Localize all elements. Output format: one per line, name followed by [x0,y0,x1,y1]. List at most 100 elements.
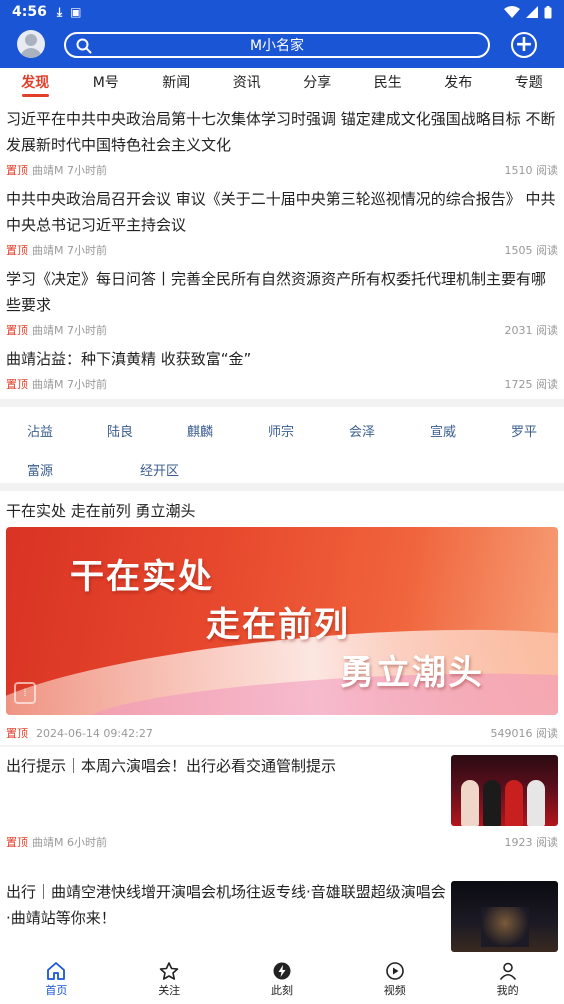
tab-m-account[interactable]: M号 [71,68,142,104]
banner-line: 勇立潮头 [340,653,484,693]
read-count: 1923 阅读 [504,836,559,849]
star-icon [159,962,179,980]
news-meta: 置顶 曲靖M 7小时前 1505 阅读 [6,241,558,259]
news-time: 7小时前 [67,324,107,337]
news-meta: 置顶 曲靖M 7小时前 1725 阅读 [6,375,558,393]
read-count: 549016 阅读 [490,727,559,740]
home-icon [47,962,66,980]
pinned-badge: 置顶 [6,164,28,177]
news-item[interactable]: 习近平在中共中央政治局第十七次集体学习时强调 锚定建成文化强国战略目标 不断发展… [0,104,564,179]
banner-line: 走在前列 [206,605,350,645]
news-title: 中共中央政治局召开会议 审议《关于二十届中央第三轮巡视情况的综合报告》 中共中央… [6,190,556,234]
play-icon [385,962,404,980]
thumbnail-graphic [481,907,529,947]
section-divider [0,399,564,407]
search-text: M小名家 [249,38,305,54]
tab-discover[interactable]: 发现 [0,68,71,104]
search-bar[interactable]: M小名家 [64,32,490,58]
region-huize[interactable]: 会泽 [349,421,375,440]
news-source: 曲靖M [32,836,64,849]
news-item[interactable]: 中共中央政治局召开会议 审议《关于二十届中央第三轮巡视情况的综合报告》 中共中央… [0,179,564,259]
region-luliang[interactable]: 陆良 [107,421,133,440]
status-right [504,5,552,19]
nav-video[interactable]: 视频 [338,956,451,1004]
nav-home[interactable]: 首页 [0,956,113,1004]
avatar-head [25,34,37,46]
plus-icon: + [514,32,534,57]
news-time: 7小时前 [67,378,107,391]
nav-me[interactable]: 我的 [451,956,564,1004]
news-time: 7小时前 [67,244,107,257]
nav-label: 我的 [496,984,519,997]
bottom-nav: 首页 关注 此刻 视频 我的 [0,956,564,1004]
news-title: 出行｜曲靖空港快线增开演唱会机场往返专线·音雄联盟超级演唱会·曲靖站等你来！ [6,883,446,927]
avatar[interactable] [17,30,45,58]
news-title: 学习《决定》每日问答丨完善全民所有自然资源资产所有权委托代理机制主要有哪些要求 [6,270,547,314]
tab-news[interactable]: 新闻 [141,68,212,104]
feature-banner[interactable]: 干在实处 走在前列 勇立潮头 ⁞ [6,527,558,715]
region-fuyuan[interactable]: 富源 [27,460,53,479]
news-feed: 习近平在中共中央政治局第十七次集体学习时强调 锚定建成文化强国战略目标 不断发展… [0,104,564,993]
pinned-badge: 置顶 [6,836,28,849]
avatar-body [20,48,42,58]
pinned-badge: 置顶 [6,727,28,740]
download-icon: ⤓ [56,4,63,19]
section-divider [0,483,564,491]
status-time: 4:56 [12,4,47,20]
news-title: 出行提示｜本周六演唱会！出行必看交通管制提示 [6,757,337,775]
region-zhanyi[interactable]: 沾益 [27,421,53,440]
nav-follow[interactable]: 关注 [113,956,226,1004]
news-source: 曲靖M [32,244,64,257]
pinned-badge: 置顶 [6,378,28,391]
read-count: 1505 阅读 [504,244,559,257]
news-time: 6小时前 [67,836,107,849]
add-button[interactable]: + [511,32,537,58]
region-xuanwei[interactable]: 宣威 [430,421,456,440]
figure [483,780,501,826]
region-development-zone[interactable]: 经开区 [140,460,179,479]
signal-icon [526,6,538,18]
news-time: 7小时前 [67,164,107,177]
pinned-badge: 置顶 [6,244,28,257]
news-item[interactable]: 学习《决定》每日问答丨完善全民所有自然资源资产所有权委托代理机制主要有哪些要求 … [0,259,564,339]
news-thumbnail [451,755,558,826]
news-meta: 置顶 曲靖M 6小时前 1923 阅读 [6,833,558,851]
nav-label: 视频 [383,984,406,997]
news-source: 曲靖M [32,164,64,177]
search-icon [76,38,92,54]
tab-livelihood[interactable]: 民生 [353,68,424,104]
region-luoping[interactable]: 罗平 [511,421,537,440]
nav-moment[interactable]: 此刻 [226,956,339,1004]
lightning-icon [273,962,291,980]
feature-title: 干在实处 走在前列 勇立潮头 [6,502,196,520]
nav-label: 关注 [158,984,181,997]
nav-label: 首页 [45,984,68,997]
read-count: 2031 阅读 [504,324,559,337]
nav-label: 此刻 [270,984,293,997]
figure [505,780,523,826]
news-meta: 置顶 曲靖M 7小时前 2031 阅读 [6,321,558,339]
news-meta: 置顶 曲靖M 7小时前 1510 阅读 [6,161,558,179]
news-thumbnail [451,881,558,952]
feature-meta: 置顶 2024-06-14 09:42:27 549016 阅读 [6,721,558,745]
region-grid: 沾益 陆良 麒麟 师宗 会泽 宣威 罗平 富源 经开区 [0,407,564,483]
news-title: 习近平在中共中央政治局第十七次集体学习时强调 锚定建成文化强国战略目标 不断发展… [6,110,556,154]
tab-share[interactable]: 分享 [282,68,353,104]
news-source: 曲靖M [32,324,64,337]
app-header: M小名家 + [0,24,564,68]
user-icon [499,962,516,980]
wifi-icon [504,6,520,18]
news-item-with-thumbnail[interactable]: 出行提示｜本周六演唱会！出行必看交通管制提示 置顶 曲靖M 6小时前 1923 … [0,747,564,873]
read-count: 1510 阅读 [504,164,559,177]
tab-publish[interactable]: 发布 [423,68,494,104]
figure [461,780,479,826]
tab-info[interactable]: 资讯 [212,68,283,104]
category-tabs: 发现 M号 新闻 资讯 分享 民生 发布 专题 [0,68,564,104]
news-item[interactable]: 曲靖沾益：种下滇黄精 收获致富“金” 置顶 曲靖M 7小时前 1725 阅读 [0,339,564,399]
tab-topics[interactable]: 专题 [494,68,564,104]
region-qilin[interactable]: 麒麟 [187,421,213,440]
region-shizong[interactable]: 师宗 [268,421,294,440]
feature-item[interactable]: 干在实处 走在前列 勇立潮头 干在实处 走在前列 勇立潮头 ⁞ 置顶 2024-… [0,491,564,745]
banner-line: 干在实处 [70,557,214,597]
read-count: 1725 阅读 [504,378,559,391]
